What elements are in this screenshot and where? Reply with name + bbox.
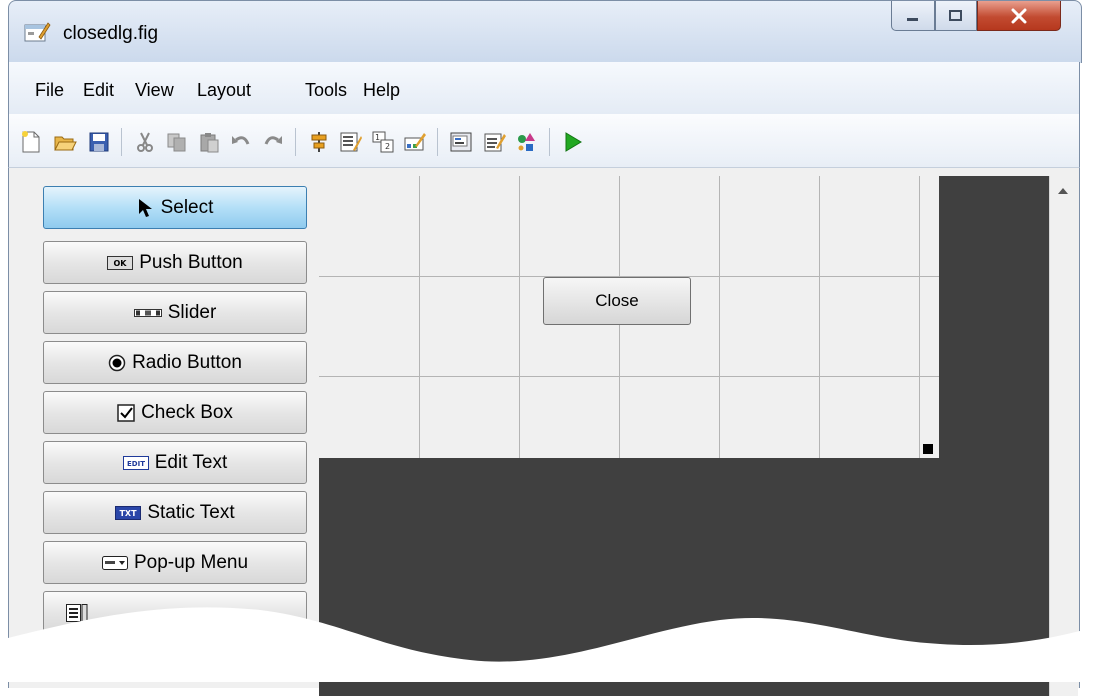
palette-popup-menu[interactable]: Pop-up Menu: [43, 541, 307, 584]
palette-radio-button[interactable]: Radio Button: [43, 341, 307, 384]
palette-check-box-label: Check Box: [141, 401, 233, 423]
tab-order-icon: 12: [372, 131, 394, 153]
figure-resize-handle[interactable]: [923, 444, 933, 454]
property-inspector-icon: [484, 133, 506, 152]
maximize-icon: [949, 9, 962, 21]
figure-canvas[interactable]: Close: [319, 176, 939, 458]
push-button-icon: OK: [107, 255, 134, 270]
menu-edit[interactable]: Edit: [83, 80, 114, 101]
paste-icon: [200, 133, 219, 153]
guide-window: closedlg.fig File Edit View Layout Tools…: [8, 0, 1090, 696]
palette-popup-menu-label: Pop-up Menu: [133, 551, 249, 573]
palette-push-button[interactable]: OK Push Button: [43, 241, 307, 284]
grid-line: [819, 176, 820, 458]
menu-editor-icon: [340, 132, 362, 152]
save-button[interactable]: [87, 130, 111, 154]
popup-menu-icon: [101, 555, 128, 570]
grid-line: [519, 176, 520, 458]
palette-edit-text-label: Edit Text: [154, 451, 228, 473]
palette-select[interactable]: Select: [43, 186, 307, 229]
svg-text:EDIT: EDIT: [127, 460, 145, 468]
palette-check-box[interactable]: Check Box: [43, 391, 307, 434]
redo-icon: [264, 136, 282, 145]
toolbar-separator: [295, 128, 296, 156]
paste-button[interactable]: [197, 130, 221, 154]
new-icon: [22, 131, 40, 153]
minimize-icon: [907, 17, 918, 21]
redo-button[interactable]: [261, 130, 285, 154]
palette-edit-text[interactable]: EDIT Edit Text: [43, 441, 307, 484]
scroll-up-arrow-icon[interactable]: [1058, 188, 1068, 194]
check-box-icon: [117, 403, 135, 422]
palette-push-button-label: Push Button: [139, 251, 243, 273]
window-controls: [891, 1, 1061, 31]
static-text-icon: TXT: [115, 505, 142, 520]
menu-editor-button[interactable]: [339, 130, 363, 154]
svg-text:TXT: TXT: [120, 509, 138, 518]
copy-icon: [167, 133, 186, 152]
toolbar-editor-button[interactable]: [403, 130, 427, 154]
editor-icon: [450, 132, 472, 152]
object-browser-button[interactable]: [515, 130, 539, 154]
open-button[interactable]: [53, 130, 77, 154]
svg-text:1: 1: [375, 133, 380, 142]
title-bar[interactable]: closedlg.fig: [8, 0, 1082, 63]
svg-text:2: 2: [385, 142, 390, 151]
run-figure-button[interactable]: [561, 130, 585, 154]
figure-close-button[interactable]: Close: [543, 277, 691, 325]
palette-slider-label: Slider: [167, 301, 217, 323]
palette-static-text[interactable]: TXT Static Text: [43, 491, 307, 534]
close-icon: [1011, 8, 1027, 23]
toolbar-editor-icon: [404, 133, 426, 151]
undo-button[interactable]: [229, 130, 253, 154]
palette-select-label: Select: [160, 196, 214, 218]
cut-icon: [137, 132, 153, 152]
align-icon: [311, 132, 327, 152]
window-title: closedlg.fig: [63, 23, 159, 44]
menu-tools[interactable]: Tools: [305, 80, 347, 101]
torn-edge-decoration: [0, 607, 1098, 682]
palette-static-text-label: Static Text: [147, 501, 235, 523]
object-browser-icon: [518, 133, 535, 151]
menu-view[interactable]: View: [135, 80, 174, 101]
svg-text:OK: OK: [114, 259, 128, 268]
guide-figure-icon: [24, 22, 51, 42]
toolbar-separator: [437, 128, 438, 156]
undo-icon: [232, 136, 250, 145]
align-objects-button[interactable]: [307, 130, 331, 154]
new-button[interactable]: [19, 130, 43, 154]
toolbar-separator: [121, 128, 122, 156]
arrow-cursor-icon: [137, 198, 155, 218]
copy-button[interactable]: [165, 130, 189, 154]
editor-button[interactable]: [449, 130, 473, 154]
radio-button-icon: [108, 354, 126, 372]
grid-line: [719, 176, 720, 458]
save-icon: [89, 132, 109, 152]
menu-file[interactable]: File: [35, 80, 64, 101]
palette-slider[interactable]: Slider: [43, 291, 307, 334]
tab-order-button[interactable]: 12: [371, 130, 395, 154]
cut-button[interactable]: [133, 130, 157, 154]
menu-help[interactable]: Help: [363, 80, 400, 101]
palette-radio-button-label: Radio Button: [132, 351, 242, 373]
run-icon: [565, 132, 582, 152]
edit-text-icon: EDIT: [122, 455, 149, 470]
slider-icon: [133, 308, 162, 318]
property-inspector-button[interactable]: [483, 130, 507, 154]
maximize-button[interactable]: [935, 1, 977, 31]
close-window-button[interactable]: [977, 1, 1061, 31]
minimize-button[interactable]: [891, 1, 935, 31]
grid-line: [919, 176, 920, 458]
open-icon: [54, 136, 77, 151]
grid-line: [319, 376, 939, 377]
toolbar-separator: [549, 128, 550, 156]
menu-layout[interactable]: Layout: [197, 80, 251, 101]
menu-bar: File Edit View Layout Tools Help: [8, 62, 1080, 114]
toolbar: 12: [8, 114, 1080, 168]
grid-line: [419, 176, 420, 458]
